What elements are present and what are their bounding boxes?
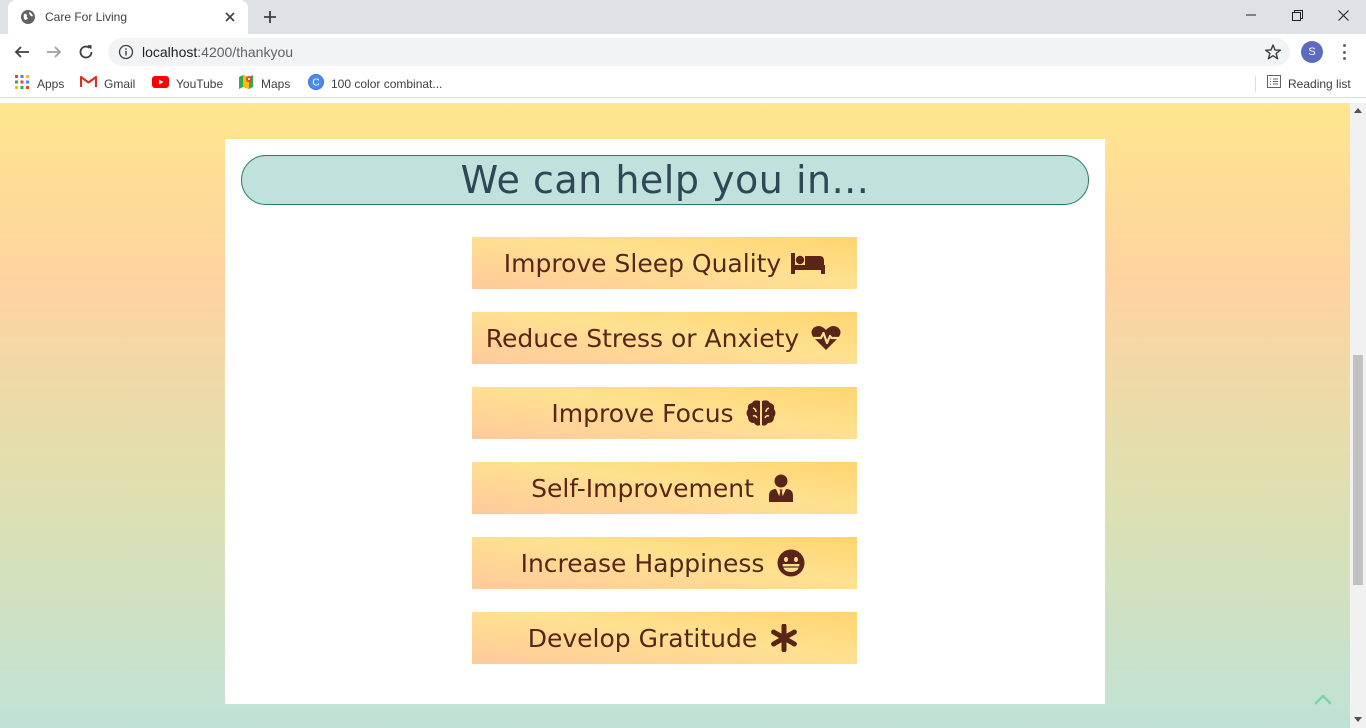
bookmarks-divider bbox=[1255, 76, 1256, 92]
bookmark-label: 100 color combinat... bbox=[331, 77, 443, 91]
bookmark-maps[interactable]: Maps bbox=[238, 74, 291, 95]
info-icon[interactable] bbox=[118, 44, 134, 60]
bookmark-gmail[interactable]: Gmail bbox=[79, 75, 136, 93]
page-heading: We can help you in... bbox=[460, 158, 870, 202]
forward-button[interactable] bbox=[40, 38, 68, 66]
bookmark-label: Maps bbox=[261, 77, 291, 91]
reading-list-button[interactable]: Reading list bbox=[1267, 75, 1351, 93]
heartbeat-icon bbox=[809, 324, 843, 352]
user-tie-icon bbox=[764, 474, 798, 502]
option-label: Improve Sleep Quality bbox=[503, 248, 782, 278]
heading-banner: We can help you in... bbox=[241, 155, 1089, 205]
back-button[interactable] bbox=[8, 38, 36, 66]
svg-text:C: C bbox=[312, 77, 319, 88]
address-bar[interactable]: localhost:4200/thankyou bbox=[108, 38, 1290, 66]
reading-list-label: Reading list bbox=[1288, 77, 1351, 91]
reading-list-icon bbox=[1267, 75, 1281, 93]
browser-toolbar: localhost:4200/thankyou S bbox=[0, 34, 1366, 70]
page-viewport: We can help you in... Improve Sleep Qual… bbox=[0, 103, 1350, 728]
bed-icon bbox=[791, 249, 826, 277]
bookmark-youtube[interactable]: YouTube bbox=[152, 75, 223, 93]
profile-avatar[interactable]: S bbox=[1301, 41, 1323, 63]
more-menu-icon[interactable] bbox=[1336, 42, 1352, 62]
url-text: localhost:4200/thankyou bbox=[142, 45, 293, 59]
reload-button[interactable] bbox=[72, 38, 100, 66]
url-host: localhost bbox=[142, 44, 198, 60]
canva-icon: C bbox=[308, 73, 324, 95]
option-label: Increase Happiness bbox=[520, 548, 765, 578]
option-improve-focus[interactable]: Improve Focus bbox=[472, 387, 857, 439]
tab-strip: Care For Living bbox=[0, 0, 1366, 34]
bookmarks-bar: Apps Gmail YouTube Maps C 100 color comb… bbox=[0, 70, 1366, 98]
tab-title: Care For Living bbox=[45, 10, 128, 24]
option-increase-happiness[interactable]: Increase Happiness bbox=[472, 537, 857, 589]
grin-icon bbox=[774, 549, 808, 577]
bookmark-apps[interactable]: Apps bbox=[14, 74, 65, 95]
star-icon[interactable] bbox=[1264, 43, 1282, 61]
new-tab-button[interactable] bbox=[257, 5, 283, 29]
url-path: :4200/thankyou bbox=[197, 44, 294, 60]
apps-grid-icon bbox=[14, 74, 30, 95]
option-label: Self-Improvement bbox=[531, 473, 754, 503]
option-label: Improve Focus bbox=[551, 398, 734, 428]
asterisk-icon bbox=[767, 624, 801, 652]
help-card: We can help you in... Improve Sleep Qual… bbox=[225, 139, 1105, 704]
youtube-icon bbox=[152, 75, 169, 93]
bookmark-label: Gmail bbox=[104, 77, 136, 91]
scroll-up-arrow[interactable] bbox=[1354, 108, 1362, 113]
scroll-to-top-button[interactable] bbox=[1311, 691, 1335, 711]
gmail-icon bbox=[79, 75, 98, 93]
option-improve-sleep-quality[interactable]: Improve Sleep Quality bbox=[472, 237, 857, 289]
page-scrollbar[interactable] bbox=[1350, 103, 1366, 728]
close-tab-icon[interactable] bbox=[222, 9, 238, 25]
scroll-down-arrow[interactable] bbox=[1354, 717, 1362, 722]
brain-icon bbox=[744, 399, 778, 427]
option-self-improvement[interactable]: Self-Improvement bbox=[472, 462, 857, 514]
maps-icon bbox=[238, 74, 254, 95]
scrollbar-thumb[interactable] bbox=[1353, 355, 1363, 585]
close-window-button[interactable] bbox=[1320, 0, 1366, 30]
minimize-button[interactable] bbox=[1228, 0, 1274, 30]
chevron-up-icon bbox=[1314, 692, 1332, 710]
option-develop-gratitude[interactable]: Develop Gratitude bbox=[472, 612, 857, 664]
globe-icon bbox=[20, 9, 36, 25]
option-reduce-stress-or-anxiety[interactable]: Reduce Stress or Anxiety bbox=[472, 312, 857, 364]
option-label: Develop Gratitude bbox=[527, 623, 758, 653]
bookmark-label: YouTube bbox=[176, 77, 224, 91]
browser-tab[interactable]: Care For Living bbox=[8, 0, 248, 34]
option-label: Reduce Stress or Anxiety bbox=[485, 323, 800, 353]
bookmark-color-combinations[interactable]: C 100 color combinat... bbox=[308, 73, 443, 95]
bookmark-label: Apps bbox=[37, 77, 65, 91]
restore-button[interactable] bbox=[1274, 0, 1320, 30]
